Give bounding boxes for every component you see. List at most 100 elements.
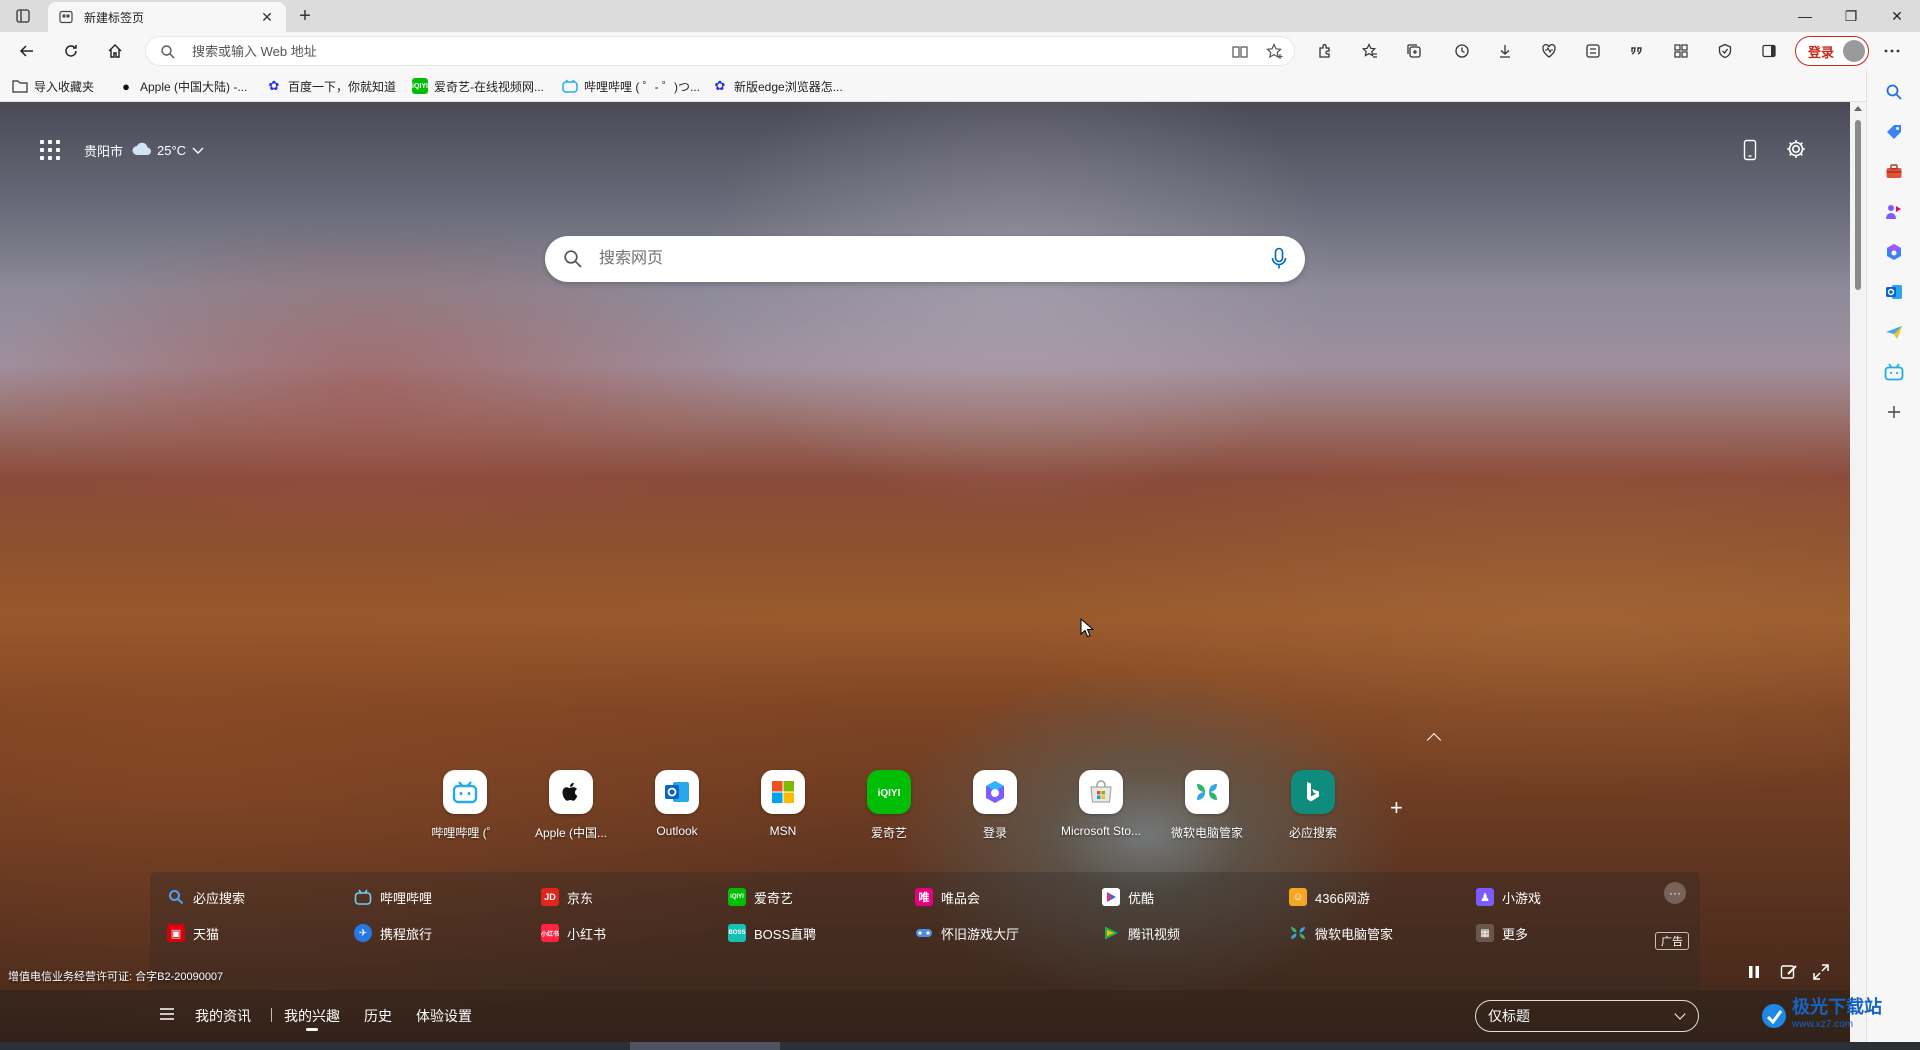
- layout-dropdown[interactable]: 仅标题: [1475, 1000, 1699, 1032]
- minimize-button[interactable]: —: [1782, 0, 1828, 32]
- quicklink-microsoft-store[interactable]: Microsoft Sto...: [1048, 770, 1154, 838]
- more-menu-icon[interactable]: [1877, 37, 1907, 65]
- sidebar-search-icon[interactable]: [1884, 82, 1904, 102]
- watermark-logo-icon: [1762, 1004, 1786, 1028]
- tab-actions-icon[interactable]: [10, 5, 36, 27]
- add-favorite-icon[interactable]: [1264, 41, 1286, 63]
- sidebar-add-icon[interactable]: [1884, 402, 1904, 422]
- favorite-iqiyi[interactable]: iQIYI 爱奇艺-在线视频网...: [412, 77, 544, 95]
- sidebar-bilibili-icon[interactable]: [1884, 362, 1904, 382]
- site-xiaohongshu[interactable]: 小红书 小红书: [541, 924, 606, 942]
- phone-icon[interactable]: [1743, 139, 1757, 164]
- favorite-baidu[interactable]: ✿ 百度一下，你就知道: [266, 77, 396, 95]
- sites-more-button[interactable]: ···: [1664, 882, 1686, 904]
- downloads-icon[interactable]: [1490, 37, 1520, 65]
- quicklink-bing[interactable]: 必应搜索: [1260, 770, 1366, 841]
- expand-icon[interactable]: [1812, 963, 1830, 984]
- site-bing-search[interactable]: 必应搜索: [167, 888, 245, 906]
- quicklink-msn[interactable]: MSN: [730, 770, 836, 838]
- nav-experience-settings[interactable]: 体验设置: [416, 1006, 472, 1026]
- tab-close-icon[interactable]: ✕: [258, 8, 276, 26]
- tab-new-tab[interactable]: 新建标签页 ✕: [48, 2, 286, 32]
- quicklink-outlook[interactable]: Outlook: [624, 770, 730, 838]
- vip-icon: 唯: [915, 888, 933, 906]
- add-quicklink-button[interactable]: +: [1390, 795, 1403, 821]
- new-tab-button[interactable]: +: [294, 5, 316, 27]
- address-input[interactable]: [192, 41, 1192, 61]
- quicklink-bilibili[interactable]: 哔哩哔哩 (゜: [412, 770, 518, 841]
- favorites-bar: 导入收藏夹 ● Apple (中国大陆) -... ✿ 百度一下，你就知道 iQ…: [0, 70, 1920, 102]
- site-youku[interactable]: 优酷: [1102, 888, 1154, 906]
- edit-background-icon[interactable]: [1780, 963, 1798, 984]
- performance-icon[interactable]: [1710, 37, 1740, 65]
- quicklink-apple[interactable]: Apple (中国...: [518, 770, 624, 841]
- weather-widget[interactable]: 贵阳市 25°C: [84, 141, 204, 160]
- site-boss[interactable]: BOSS BOSS直聘: [728, 924, 816, 942]
- site-pc-manager[interactable]: 微软电脑管家: [1289, 924, 1393, 942]
- menu-icon[interactable]: [160, 1008, 174, 1023]
- taskbar-active-item[interactable]: [630, 1042, 780, 1050]
- page-scrollbar[interactable]: [1850, 102, 1866, 1050]
- back-icon[interactable]: [12, 37, 42, 65]
- site-vip[interactable]: 唯唯品会: [915, 888, 980, 906]
- quicklink-pc-manager[interactable]: 微软电脑管家: [1154, 770, 1260, 841]
- watermark-sub: www.xz7.com: [1792, 1019, 1854, 1030]
- pc-manager-icon: [1289, 924, 1307, 942]
- site-mini-games[interactable]: ♟ 小游戏: [1476, 888, 1541, 906]
- gear-icon[interactable]: [1785, 138, 1807, 163]
- restore-button[interactable]: ❐: [1828, 0, 1874, 32]
- web-search-input[interactable]: [599, 248, 1239, 270]
- address-bar[interactable]: [145, 36, 1295, 66]
- apps-icon[interactable]: [1666, 37, 1696, 65]
- site-tmall[interactable]: ▣ 天猫: [167, 924, 219, 942]
- extensions-icon[interactable]: [1310, 37, 1340, 65]
- scroll-up-icon[interactable]: [1854, 106, 1862, 111]
- edge-sidebar: [1866, 70, 1920, 1050]
- web-search-box[interactable]: [545, 236, 1305, 282]
- favorite-bilibili[interactable]: 哔哩哔哩 ( ゜- ゜)つ...: [562, 77, 700, 95]
- sidebar-toggle-icon[interactable]: [1754, 37, 1784, 65]
- history-icon[interactable]: [1447, 37, 1477, 65]
- pause-icon[interactable]: [1747, 965, 1761, 982]
- nav-my-interests[interactable]: 我的兴趣: [284, 1006, 340, 1031]
- quicklink-login[interactable]: 登录: [942, 770, 1048, 841]
- browser-essentials-icon[interactable]: [1534, 37, 1564, 65]
- chevron-down-icon: [192, 143, 204, 158]
- sidebar-outlook-icon[interactable]: [1884, 282, 1904, 302]
- site-4366[interactable]: ☺ 4366网游: [1289, 888, 1370, 906]
- folder-import-icon: [12, 78, 28, 94]
- microphone-icon[interactable]: [1271, 247, 1287, 274]
- ctrip-icon: ✈: [354, 924, 372, 942]
- app-launcher-icon[interactable]: [40, 140, 60, 160]
- site-retro-games[interactable]: 怀旧游戏大厅: [915, 924, 1019, 942]
- home-icon[interactable]: [100, 37, 130, 65]
- sidebar-send-icon[interactable]: [1884, 322, 1904, 342]
- quote-icon[interactable]: [1622, 37, 1652, 65]
- nav-my-feed[interactable]: 我的资讯: [195, 1006, 251, 1026]
- sidebar-microsoft365-icon[interactable]: [1884, 242, 1904, 262]
- collections-icon[interactable]: [1399, 37, 1429, 65]
- reader-view-icon[interactable]: [1229, 41, 1251, 63]
- sidebar-games-icon[interactable]: [1884, 202, 1904, 222]
- refresh-icon[interactable]: [56, 37, 86, 65]
- taskbar: [0, 1042, 1920, 1050]
- site-ctrip[interactable]: ✈ 携程旅行: [354, 924, 432, 942]
- favorite-import[interactable]: 导入收藏夹: [12, 77, 94, 95]
- sidebar-tools-icon[interactable]: [1884, 162, 1904, 182]
- login-button[interactable]: 登录: [1795, 36, 1869, 66]
- screenshot-icon[interactable]: [1578, 37, 1608, 65]
- favorite-edge-article[interactable]: ✿ 新版edge浏览器怎...: [712, 77, 843, 95]
- iqiyi-icon: iQIYI: [878, 788, 901, 799]
- favorites-icon[interactable]: [1355, 37, 1385, 65]
- site-tencent-video[interactable]: 腾讯视频: [1102, 924, 1180, 942]
- favorite-apple[interactable]: ● Apple (中国大陆) -...: [118, 77, 247, 95]
- site-jd[interactable]: JD 京东: [541, 888, 593, 906]
- nav-history[interactable]: 历史: [364, 1006, 392, 1026]
- sidebar-shopping-icon[interactable]: [1884, 122, 1904, 142]
- site-iqiyi[interactable]: iQIYI 爱奇艺: [728, 888, 793, 906]
- quicklink-iqiyi[interactable]: iQIYI 爱奇艺: [836, 770, 942, 841]
- site-more[interactable]: ▦ 更多: [1476, 924, 1528, 942]
- scrollbar-thumb[interactable]: [1855, 120, 1861, 290]
- site-bilibili[interactable]: 哔哩哔哩: [354, 888, 432, 906]
- close-window-button[interactable]: ✕: [1874, 0, 1920, 32]
